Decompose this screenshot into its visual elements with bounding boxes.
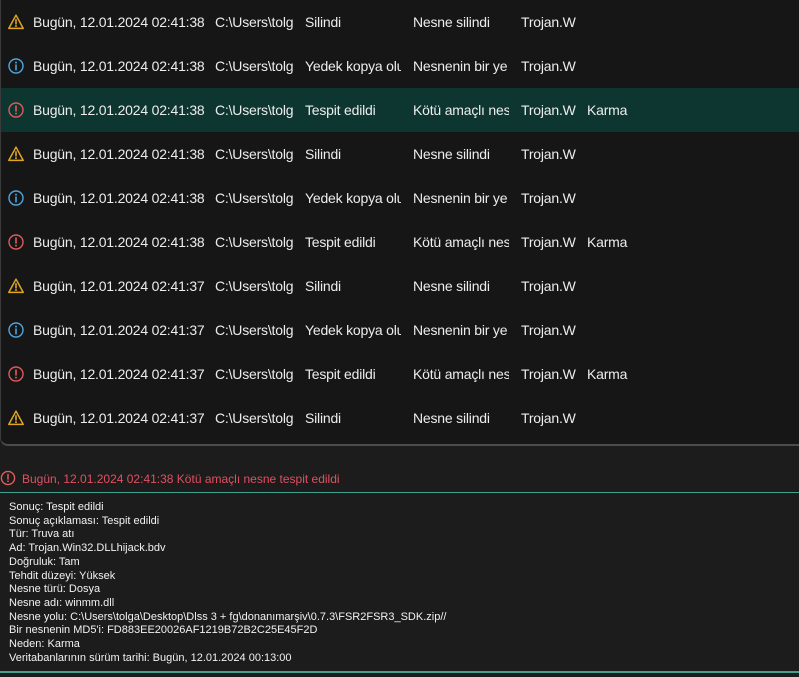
cell-reason (587, 0, 667, 44)
detail-line: Ad: Trojan.Win32.DLLhijack.bdv (9, 542, 166, 555)
table-row[interactable]: Bugün, 12.01.2024 02:41:37 C:\Users\tolg T… (1, 352, 799, 396)
cell-type: Trojan.W (521, 366, 576, 382)
table-row[interactable]: Bugün, 12.01.2024 02:41:38 C:\Users\tolg S… (1, 132, 799, 176)
cell-description: Nesnenin bir ye (413, 190, 508, 206)
table-row[interactable]: Bugün, 12.01.2024 02:41:37 C:\Users\tolg Y… (1, 308, 799, 352)
table-row[interactable]: Bugün, 12.01.2024 02:41:37 C:\Users\tolg S… (1, 396, 799, 440)
cell-type: Trojan.W (521, 410, 576, 426)
cell-time: Bugün, 12.01.2024 02:41:37 (33, 278, 205, 294)
cell-time: Bugün, 12.01.2024 02:41:37 (33, 366, 205, 382)
detail-line: Nesne türü: Dosya (9, 583, 101, 596)
cell-reason (587, 308, 667, 352)
cell-path: C:\Users\tolg (215, 190, 294, 206)
cell-time: Bugün, 12.01.2024 02:41:38 (33, 58, 205, 74)
cell-type: Trojan.W (521, 322, 576, 338)
cell-type: Trojan.W (521, 14, 576, 30)
cell-path: C:\Users\tolg (215, 234, 294, 250)
cell-path: C:\Users\tolg (215, 278, 294, 294)
cell-result: Silindi (305, 14, 341, 30)
cell-path: C:\Users\tolg (215, 322, 294, 338)
events-table: Bugün, 12.01.2024 02:41:38 C:\Users\tolg S… (0, 0, 799, 446)
danger-icon (0, 470, 16, 492)
cell-description: Nesne silindi (413, 410, 490, 426)
warning-icon (7, 132, 27, 176)
danger-icon (7, 88, 27, 132)
cell-path: C:\Users\tolg (215, 410, 294, 426)
warning-icon (7, 396, 27, 440)
table-row[interactable]: Bugün, 12.01.2024 02:41:38 C:\Users\tolg T… (1, 220, 799, 264)
danger-icon (7, 352, 27, 396)
cell-type: Trojan.W (521, 190, 576, 206)
cell-description: Kötü amaçlı nes (413, 102, 509, 118)
cell-time: Bugün, 12.01.2024 02:41:37 (33, 322, 205, 338)
detail-line: Bir nesnenin MD5'i: FD883EE20026AF1219B7… (9, 624, 318, 637)
cell-result: Tespit edildi (305, 234, 376, 250)
table-row[interactable]: Bugün, 12.01.2024 02:41:37 C:\Users\tolg S… (1, 264, 799, 308)
cell-result: Silindi (305, 410, 341, 426)
cell-path: C:\Users\tolg (215, 102, 294, 118)
detail-line: Tür: Truva atı (9, 528, 75, 541)
cell-reason: Karma (587, 234, 628, 250)
cell-path: C:\Users\tolg (215, 366, 294, 382)
cell-result: Silindi (305, 146, 341, 162)
warning-icon (7, 0, 27, 44)
cell-reason: Karma (587, 102, 628, 118)
detail-line: Veritabanlarının sürüm tarihi: Bugün, 12… (9, 651, 292, 664)
cell-description: Nesne silindi (413, 278, 490, 294)
cell-description: Nesnenin bir ye (413, 322, 508, 338)
info-icon (7, 308, 27, 352)
app-window: Bugün, 12.01.2024 02:41:38 C:\Users\tolg S… (0, 0, 799, 677)
cell-description: Kötü amaçlı nes (413, 366, 509, 382)
cell-result: Tespit edildi (305, 366, 376, 382)
details-title-text: Bugün, 12.01.2024 02:41:38 Kötü amaçlı n… (22, 472, 340, 486)
cell-path: C:\Users\tolg (215, 58, 294, 74)
cell-path: C:\Users\tolg (215, 14, 294, 30)
detail-line: Doğruluk: Tam (9, 555, 80, 568)
cell-reason (587, 264, 667, 308)
cell-type: Trojan.W (521, 58, 576, 74)
detail-line: Nesne adı: winmm.dll (9, 596, 115, 609)
cell-time: Bugün, 12.01.2024 02:41:38 (33, 190, 205, 206)
details-panel[interactable]: Sonuç: Tespit edildi Sonuç açıklaması: Te… (0, 492, 799, 673)
table-row[interactable]: Bugün, 12.01.2024 02:41:38 C:\Users\tolg S… (1, 0, 799, 44)
info-icon (7, 176, 27, 220)
cell-type: Trojan.W (521, 102, 576, 118)
cell-reason (587, 176, 667, 220)
table-row[interactable]: Bugün, 12.01.2024 02:41:38 C:\Users\tolg Y… (1, 176, 799, 220)
cell-reason: Karma (587, 366, 628, 382)
cell-result: Yedek kopya olu (305, 58, 401, 74)
cell-reason (587, 396, 667, 440)
cell-path: C:\Users\tolg (215, 146, 294, 162)
cell-result: Yedek kopya olu (305, 322, 401, 338)
detail-line: Neden: Karma (9, 638, 80, 651)
cell-time: Bugün, 12.01.2024 02:41:38 (33, 14, 205, 30)
table-row[interactable]: Bugün, 12.01.2024 02:41:38 C:\Users\tolg Y… (1, 44, 799, 88)
detail-line: Sonuç: Tespit edildi (9, 501, 104, 513)
cell-type: Trojan.W (521, 146, 576, 162)
cell-time: Bugün, 12.01.2024 02:41:38 (33, 234, 205, 250)
cell-description: Nesnenin bir ye (413, 58, 508, 74)
detail-line: Tehdit düzeyi: Yüksek (9, 569, 116, 582)
detail-line: Nesne yolu: C:\Users\tolga\Desktop\Dlss … (9, 610, 447, 623)
cell-description: Nesne silindi (413, 146, 490, 162)
info-icon (7, 44, 27, 88)
detail-line: Sonuç açıklaması: Tespit edildi (9, 514, 160, 527)
cell-result: Yedek kopya olu (305, 190, 401, 206)
cell-time: Bugün, 12.01.2024 02:41:38 (33, 102, 205, 118)
cell-description: Kötü amaçlı nes (413, 234, 509, 250)
cell-type: Trojan.W (521, 234, 576, 250)
cell-time: Bugün, 12.01.2024 02:41:37 (33, 410, 205, 426)
cell-reason (587, 44, 667, 88)
cell-result: Silindi (305, 278, 341, 294)
cell-result: Tespit edildi (305, 102, 376, 118)
warning-icon (7, 264, 27, 308)
cell-type: Trojan.W (521, 278, 576, 294)
cell-description: Nesne silindi (413, 14, 490, 30)
danger-icon (7, 220, 27, 264)
cell-reason (587, 132, 667, 176)
table-row[interactable]: Bugün, 12.01.2024 02:41:38 C:\Users\tolg T… (1, 88, 799, 132)
cell-time: Bugün, 12.01.2024 02:41:38 (33, 146, 205, 162)
